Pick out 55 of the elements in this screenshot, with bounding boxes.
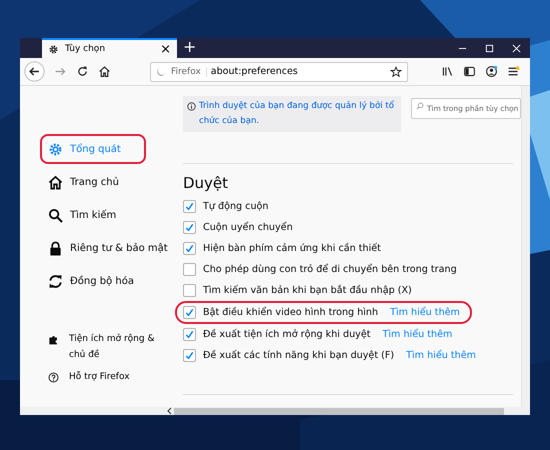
sync-icon — [48, 274, 63, 288]
tab-title: Tùy chọn — [65, 44, 106, 54]
close-icon[interactable]: × — [160, 42, 171, 56]
sidebar-link[interactable]: Tiện ích mở rộng & chủ đề — [48, 331, 168, 363]
help-icon — [48, 372, 59, 383]
checkbox[interactable] — [183, 284, 196, 297]
back-icon[interactable] — [24, 61, 45, 82]
new-tab-button[interactable]: + — [177, 38, 202, 58]
browser-tab[interactable]: Tùy chọn × — [42, 38, 177, 58]
sidebar-icon[interactable] — [463, 65, 476, 78]
lock-icon — [48, 240, 63, 256]
url-text: about:preferences — [210, 66, 299, 77]
checkbox-label: Bật điều khiển video hình trong hình — [203, 307, 378, 318]
checkbox-label: Tự động cuộn — [203, 201, 268, 212]
sidebar-item[interactable]: Đồng bộ hóa — [40, 266, 146, 296]
checkbox-label: Cho phép dùng con trỏ để di chuyển bên trong trang — [203, 264, 457, 275]
forward-icon[interactable] — [54, 65, 67, 78]
checkbox[interactable] — [183, 242, 196, 255]
checkbox[interactable] — [183, 349, 196, 362]
checkbox-label: Cuộn uyển chuyển — [203, 222, 293, 233]
close-icon[interactable] — [512, 44, 521, 52]
checkbox-label: Đề xuất các tính năng khi bạn duyệt (F) — [203, 350, 394, 361]
search-icon — [416, 102, 424, 110]
checkbox[interactable] — [183, 221, 196, 234]
info-icon — [187, 102, 196, 111]
account-icon[interactable] — [485, 65, 498, 78]
checkbox[interactable] — [183, 263, 196, 276]
star-icon[interactable] — [390, 66, 402, 78]
sidebar-item[interactable]: Riêng tư & bảo mật — [40, 233, 176, 263]
menu-icon[interactable] — [507, 65, 520, 78]
puzzle-icon — [48, 334, 59, 345]
sidebar-item[interactable]: Trang chủ — [40, 167, 146, 197]
checkbox[interactable] — [183, 200, 196, 213]
home-icon — [48, 174, 63, 190]
section-heading: Duyệt — [183, 174, 230, 192]
scrollbar[interactable] — [521, 86, 530, 407]
identity-label: Firefox — [171, 66, 207, 76]
sidebar-link[interactable]: Hỗ trợ Firefox — [48, 369, 168, 385]
sidebar-item[interactable]: Tìm kiếm — [40, 200, 146, 230]
checkbox-label: Hiện bàn phím cảm ứng khi cần thiết — [203, 243, 381, 254]
notice-text: Trình duyệt của bạn đang được quản lý bởi tổ chức của bạn. — [199, 100, 395, 128]
home-icon[interactable] — [98, 65, 111, 78]
maximize-icon[interactable] — [485, 44, 494, 52]
gear-icon — [48, 44, 59, 54]
scroll-left-icon[interactable] — [166, 407, 174, 415]
checkbox-label: Tìm kiếm văn bản khi bạn bắt đầu nhập (X) — [203, 285, 412, 296]
checkbox[interactable] — [183, 328, 196, 341]
checkbox-label: Đề xuất tiện ích mở rộng khi duyệt — [203, 329, 371, 340]
checkbox[interactable] — [183, 306, 196, 319]
address-bar[interactable]: Firefox about:preferences — [150, 62, 408, 82]
scrollbar[interactable] — [174, 408, 504, 414]
reload-icon[interactable] — [76, 65, 89, 78]
library-icon[interactable] — [441, 65, 454, 78]
gear-icon — [48, 142, 63, 156]
search-icon — [48, 208, 63, 222]
